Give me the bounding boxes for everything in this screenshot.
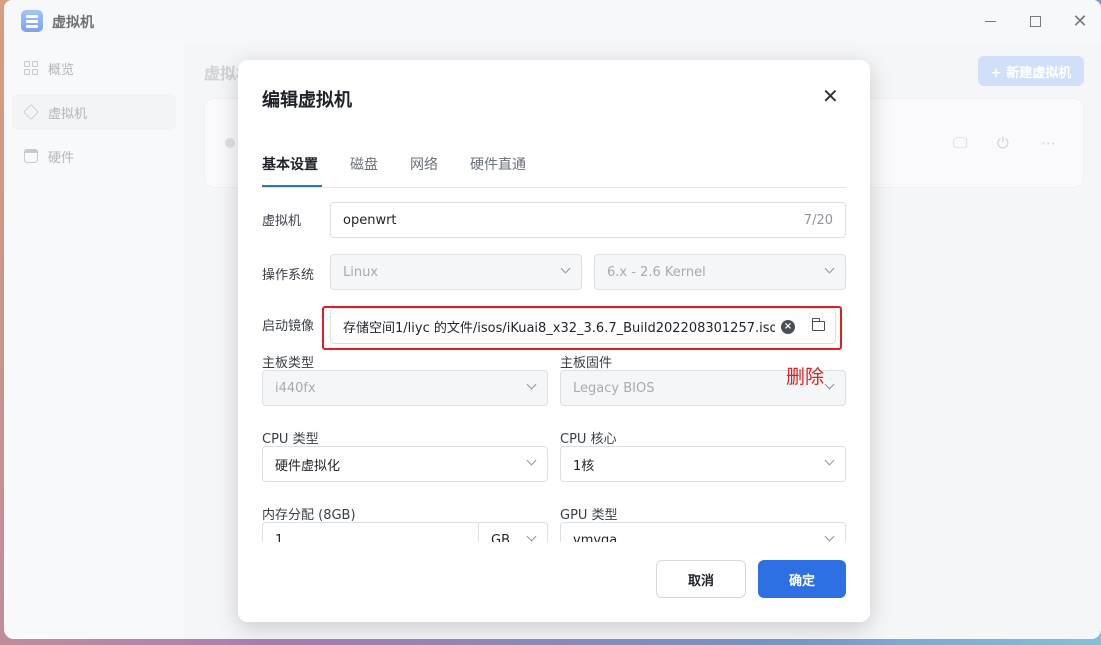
dialog-close-icon[interactable]: ✕ [822,84,839,108]
gpu-type-label: GPU 类型 [560,508,618,523]
cancel-button[interactable]: 取消 [656,560,746,598]
chevron-down-icon [824,531,835,542]
vm-name-input[interactable]: openwrt 7/20 [330,202,846,238]
board-type-label: 主板类型 [262,356,315,371]
edit-vm-dialog: 编辑虚拟机 ✕ 基本设置 磁盘 网络 硬件直通 虚拟机 openwrt 7/20… [238,60,870,622]
tab-basic[interactable]: 基本设置 [262,154,318,174]
cpu-type-value: 硬件虚拟化 [275,458,341,474]
dialog-footer: 取消 确定 [238,542,870,622]
annotation-highlight-box [322,306,842,350]
cpu-cores-value: 1核 [573,458,595,474]
tab-passthrough[interactable]: 硬件直通 [470,154,526,174]
os-label: 操作系统 [262,268,315,283]
cpu-cores-select[interactable]: 1核 [560,446,846,482]
tab-indicator [262,185,322,187]
chevron-down-icon [824,455,835,466]
char-count: 7/20 [803,212,833,228]
memory-label: 内存分配 (8GB) [262,508,356,523]
cpu-type-label: CPU 类型 [262,432,319,447]
board-type-value: i440fx [275,380,316,396]
annotation-text: 删除 [786,366,825,388]
os-type-value: Linux [343,264,379,280]
chevron-down-icon [824,263,835,274]
boot-image-label: 启动镜像 [262,319,315,334]
os-type-select[interactable]: Linux [330,254,582,290]
chevron-down-icon [824,379,835,390]
tab-network[interactable]: 网络 [410,154,438,174]
chevron-down-icon [560,263,571,274]
board-firmware-value: Legacy BIOS [573,380,655,396]
dialog-tabs: 基本设置 磁盘 网络 硬件直通 [262,150,846,188]
cpu-cores-label: CPU 核心 [560,432,617,447]
dialog-title: 编辑虚拟机 [262,90,352,111]
vm-name-value: openwrt [343,212,397,228]
chevron-down-icon [526,379,537,390]
cpu-type-select[interactable]: 硬件虚拟化 [262,446,548,482]
board-firmware-label: 主板固件 [560,356,613,371]
vm-name-label: 虚拟机 [262,214,302,229]
confirm-button[interactable]: 确定 [758,560,846,598]
os-version-select[interactable]: 6.x - 2.6 Kernel [594,254,846,290]
os-version-value: 6.x - 2.6 Kernel [607,264,706,280]
chevron-down-icon [526,531,537,542]
board-type-select[interactable]: i440fx [262,370,548,406]
tab-disk[interactable]: 磁盘 [350,154,378,174]
chevron-down-icon [526,455,537,466]
